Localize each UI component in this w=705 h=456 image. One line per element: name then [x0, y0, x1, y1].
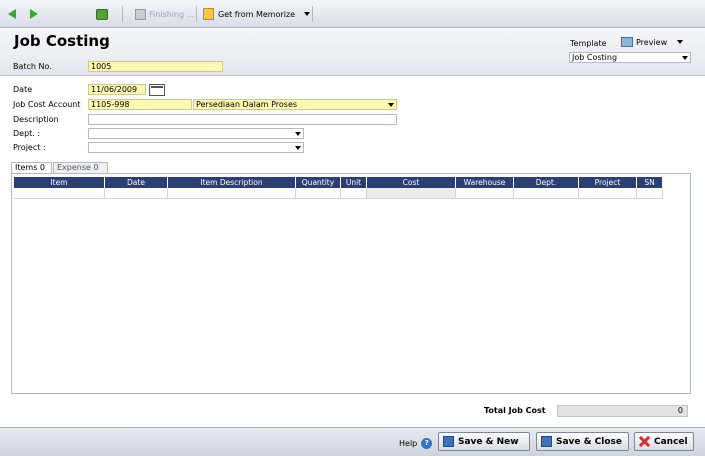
grid-cell[interactable]: [456, 188, 514, 199]
toolbar-separator: [122, 6, 123, 22]
toolbar-separator: [312, 6, 313, 22]
column-header-item-description[interactable]: Item Description: [168, 177, 296, 188]
dept-select[interactable]: [88, 128, 304, 139]
date-label: Date: [13, 85, 33, 94]
grid-cell[interactable]: [168, 188, 296, 199]
help-link[interactable]: Help ?: [399, 438, 433, 449]
help-icon: ?: [421, 438, 433, 449]
date-field[interactable]: 11/06/2009: [88, 84, 146, 95]
back-button[interactable]: [8, 7, 16, 21]
job-cost-account-field[interactable]: 1105-998: [88, 99, 192, 110]
finishing-button[interactable]: Finishing ...: [135, 7, 194, 21]
job-cost-account-label: Job Cost Account: [13, 100, 81, 109]
chevron-down-icon: [681, 54, 689, 61]
chevron-down-icon: [387, 101, 395, 108]
grid-header: Item Date Item Description Quantity Unit…: [14, 177, 663, 188]
finishing-label: Finishing ...: [149, 9, 195, 19]
toolbar: Finishing ... Get from Memorize: [0, 0, 705, 28]
column-header-sn[interactable]: SN: [637, 177, 663, 188]
grid-cell[interactable]: [514, 188, 579, 199]
save-and-close-label: Save & Close: [556, 436, 622, 447]
total-job-cost-value: 0: [557, 405, 688, 417]
save-icon: [541, 436, 552, 447]
preview-icon: [621, 37, 633, 47]
table-row[interactable]: [14, 188, 663, 199]
chevron-down-icon: [294, 144, 302, 151]
template-select[interactable]: Job Costing: [569, 52, 691, 63]
main-panel: Job Costing Batch No. 1005 Template Prev…: [0, 29, 705, 427]
finishing-icon: [135, 8, 146, 20]
job-cost-account-select[interactable]: Persediaan Dalam Proses: [193, 99, 397, 110]
template-label: Template: [570, 39, 607, 48]
column-header-date[interactable]: Date: [105, 177, 168, 188]
cancel-label: Cancel: [654, 436, 688, 447]
save-icon: [443, 436, 454, 447]
project-select[interactable]: [88, 142, 304, 153]
description-label: Description: [13, 115, 59, 124]
cancel-button[interactable]: Cancel: [634, 432, 694, 451]
back-arrow-icon: [8, 9, 16, 19]
forward-button[interactable]: [30, 7, 38, 21]
save-and-new-button[interactable]: Save & New: [438, 432, 530, 451]
preview-label: Preview: [636, 37, 668, 47]
chevron-down-icon: [677, 40, 684, 44]
column-header-dept[interactable]: Dept.: [514, 177, 579, 188]
forward-arrow-icon: [30, 9, 38, 19]
chevron-down-icon: [294, 130, 302, 137]
chevron-down-icon: [304, 12, 311, 16]
calendar-icon[interactable]: [149, 84, 165, 96]
copy-button[interactable]: [96, 7, 108, 21]
save-and-close-button[interactable]: Save & Close: [536, 432, 629, 451]
footer: Help ? Save & New Save & Close Cancel: [0, 427, 705, 456]
column-header-item[interactable]: Item: [14, 177, 105, 188]
memorize-label: Get from Memorize: [218, 9, 296, 19]
grid-cell[interactable]: [105, 188, 168, 199]
toolbar-separator: [196, 6, 197, 22]
tab-expense[interactable]: Expense 0: [53, 162, 108, 173]
save-and-new-label: Save & New: [458, 436, 519, 447]
batch-number-field[interactable]: 1005: [88, 61, 223, 72]
grid-cell: [367, 188, 456, 199]
column-header-quantity[interactable]: Quantity: [296, 177, 341, 188]
template-select-value: Job Costing: [572, 53, 618, 62]
page-title: Job Costing: [14, 32, 110, 50]
copy-icon: [96, 8, 108, 20]
grid-cell[interactable]: [296, 188, 341, 199]
batch-label: Batch No.: [13, 62, 52, 71]
column-header-warehouse[interactable]: Warehouse: [456, 177, 514, 188]
get-from-memorize-button[interactable]: Get from Memorize: [203, 7, 311, 21]
items-grid[interactable]: Item Date Item Description Quantity Unit…: [11, 173, 691, 394]
project-label: Project :: [13, 143, 46, 152]
column-header-unit[interactable]: Unit: [341, 177, 367, 188]
grid-cell[interactable]: [341, 188, 367, 199]
help-label: Help: [399, 439, 418, 448]
description-field[interactable]: [88, 114, 397, 125]
job-cost-account-name: Persediaan Dalam Proses: [196, 100, 298, 109]
total-job-cost-label: Total Job Cost: [484, 406, 546, 415]
tab-items[interactable]: Items 0: [11, 162, 52, 173]
grid-cell[interactable]: [637, 188, 663, 199]
dept-label: Dept. :: [13, 129, 41, 138]
preview-button[interactable]: Preview: [621, 35, 691, 49]
column-header-project[interactable]: Project: [579, 177, 637, 188]
column-header-cost[interactable]: Cost: [367, 177, 456, 188]
grid-cell[interactable]: [14, 188, 105, 199]
grid-cell[interactable]: [579, 188, 637, 199]
memorize-icon: [203, 8, 214, 20]
header-panel: Job Costing Batch No. 1005 Template Prev…: [0, 29, 705, 76]
cancel-icon: [639, 436, 650, 447]
